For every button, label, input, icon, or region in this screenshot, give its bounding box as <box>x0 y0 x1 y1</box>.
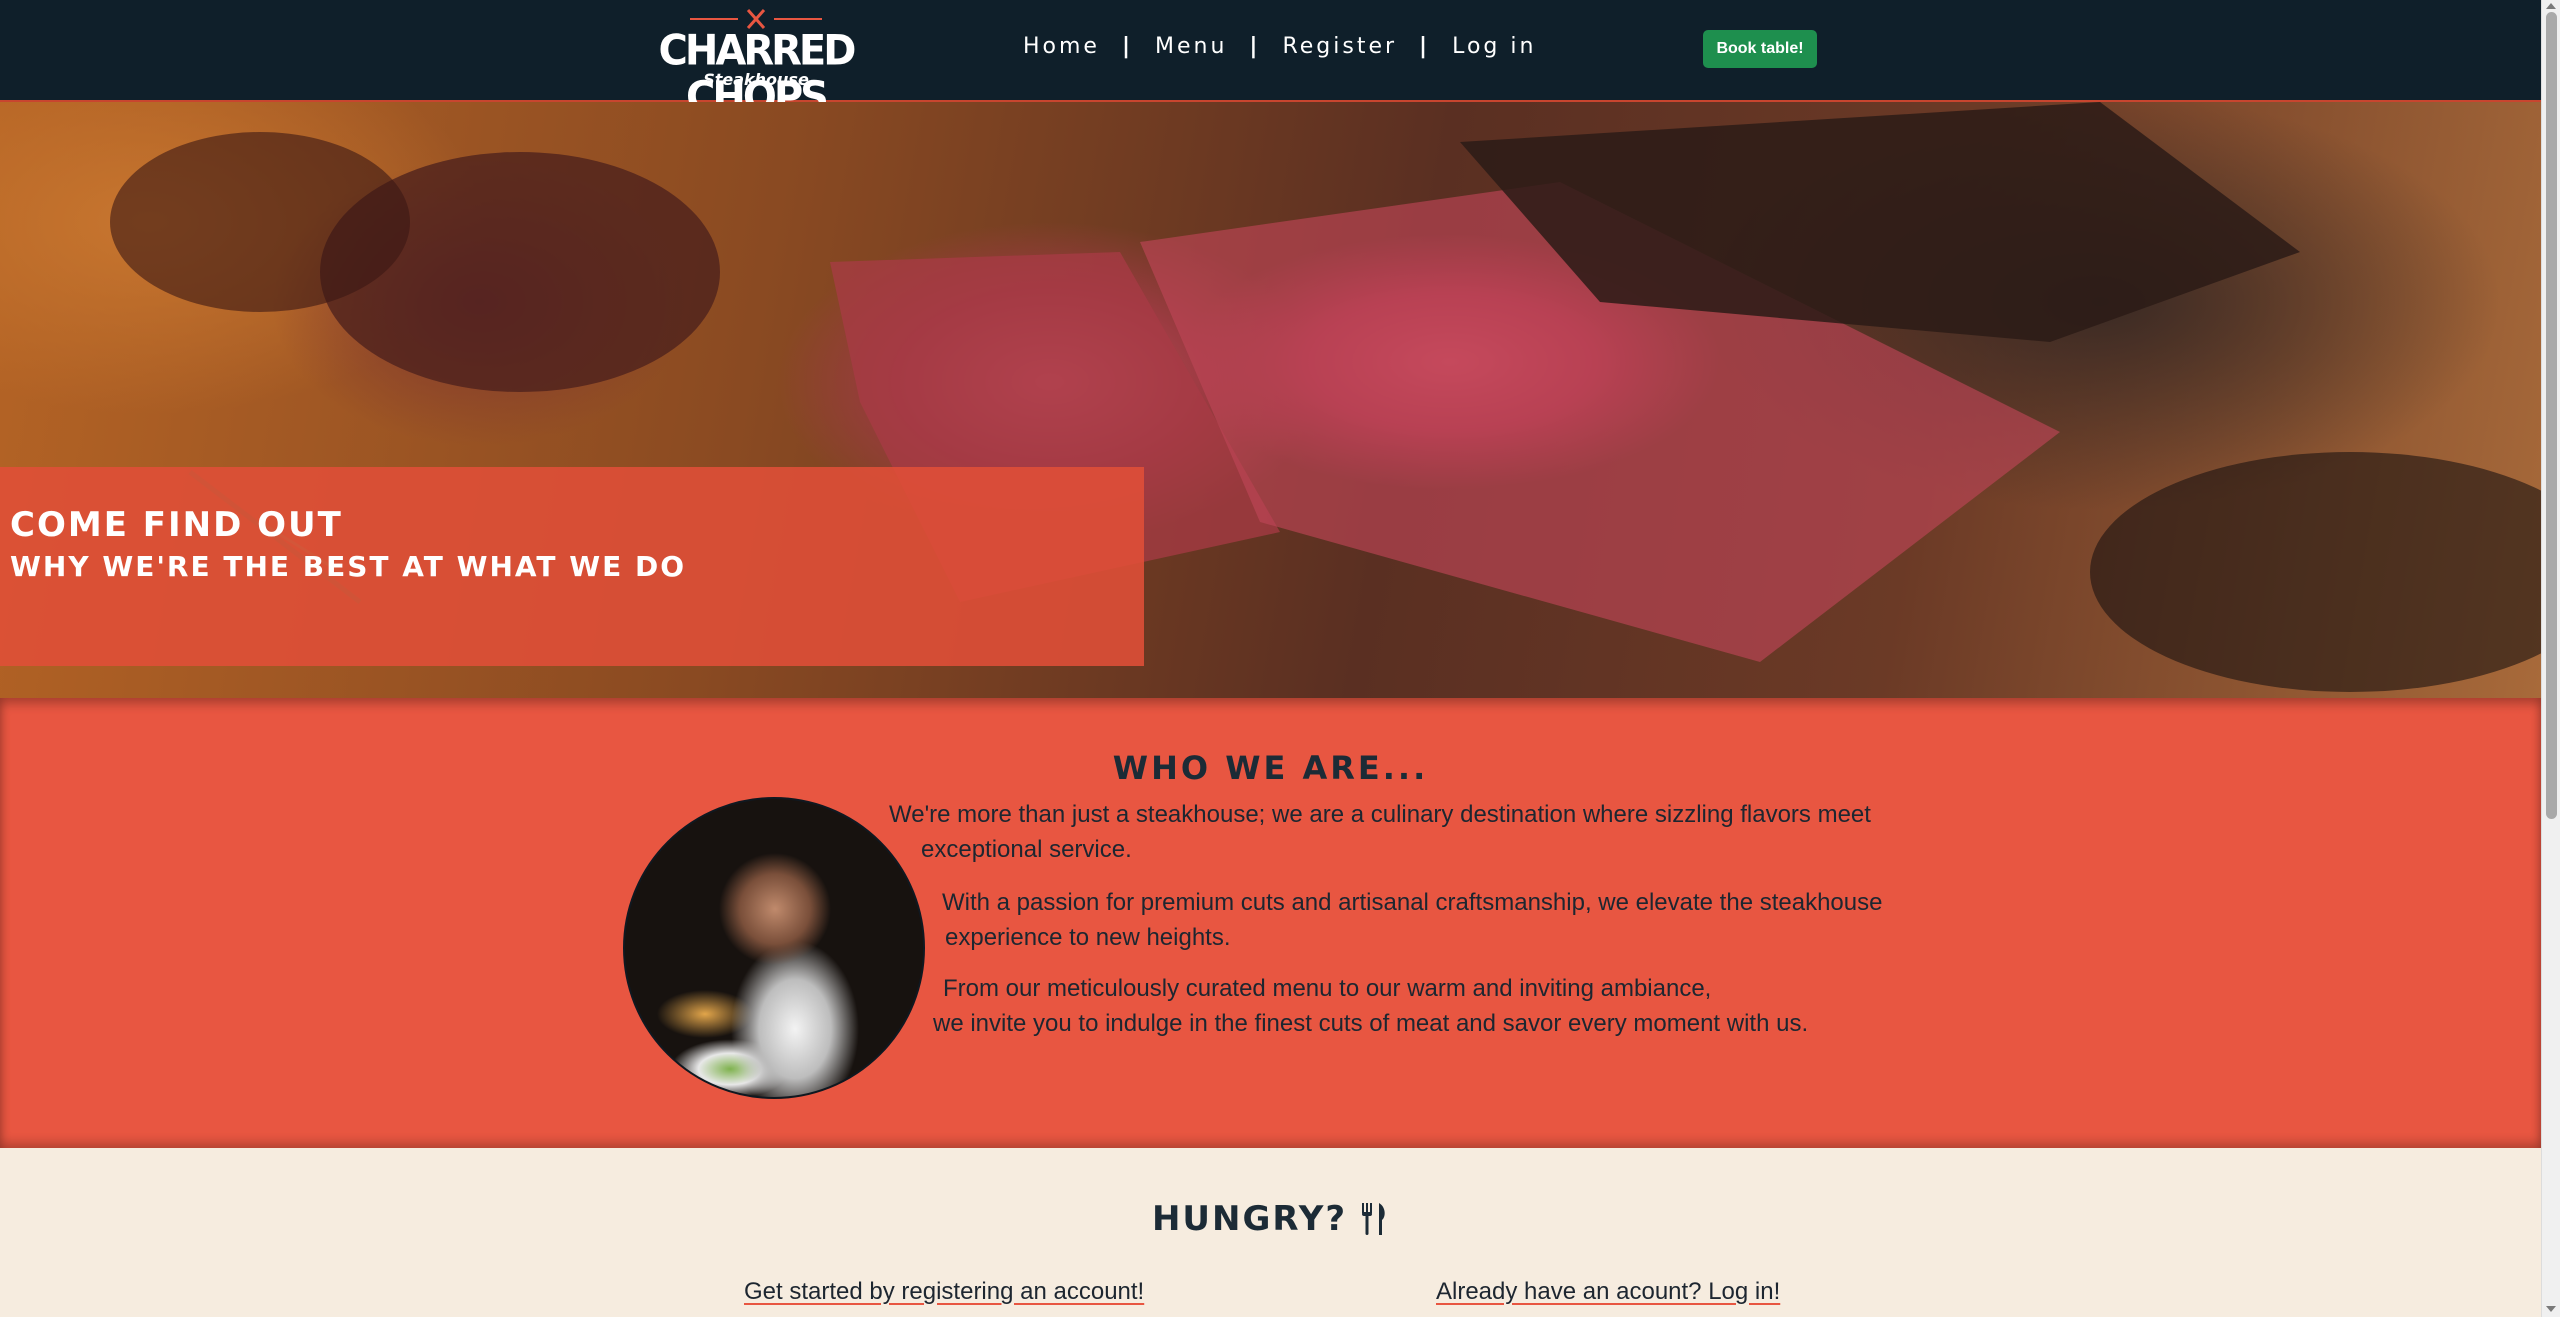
about-text-line: we invite you to indulge in the finest c… <box>933 1010 1809 1037</box>
scroll-up-arrow-icon[interactable] <box>2546 3 2556 9</box>
nav-login-link[interactable]: Log in <box>1452 34 1536 59</box>
register-cta-link[interactable]: Get started by registering an account! <box>744 1276 1144 1308</box>
about-text-line: exceptional service. <box>921 836 1132 863</box>
hero-banner <box>0 102 2541 698</box>
brand-logo[interactable]: CHARRED CHOPS Steakhouse <box>628 8 884 120</box>
login-cta-link[interactable]: Already have an acount? Log in! <box>1436 1276 1780 1308</box>
site-header: CHARRED CHOPS Steakhouse Home | Menu | R… <box>0 0 2541 120</box>
nav-home-link[interactable]: Home <box>1023 34 1100 59</box>
nav-separator: | <box>1419 33 1431 59</box>
scroll-down-arrow-icon[interactable] <box>2546 1306 2556 1312</box>
about-heading: WHO WE ARE... <box>1112 749 1429 787</box>
about-text-line: From our meticulously curated menu to ou… <box>943 975 1712 1002</box>
nav-separator: | <box>1249 33 1261 59</box>
vertical-scrollbar[interactable] <box>2541 0 2560 1317</box>
about-text-line: We're more than just a steakhouse; we ar… <box>889 801 1871 828</box>
hero-subtitle: WHY WE'RE THE BEST AT WHAT WE DO <box>10 550 687 583</box>
book-table-button[interactable]: Book table! <box>1703 30 1817 68</box>
about-text-line: experience to new heights. <box>945 924 1231 951</box>
nav-menu-link[interactable]: Menu <box>1155 34 1227 59</box>
nav-separator: | <box>1121 33 1134 59</box>
hero-title: COME FIND OUT <box>10 505 343 545</box>
brand-tagline: Steakhouse <box>703 70 809 89</box>
scrollbar-thumb[interactable] <box>2546 12 2557 819</box>
fork-knife-icon <box>1362 1203 1385 1235</box>
about-text-line: With a passion for premium cuts and arti… <box>942 889 1883 916</box>
main-nav: Home | Menu | Register | Log in <box>1023 28 1536 64</box>
hungry-heading: HUNGRY? <box>0 1197 2541 1241</box>
hungry-heading-text: HUNGRY? <box>1151 1199 1348 1239</box>
nav-register-link[interactable]: Register <box>1282 34 1397 59</box>
chef-photo <box>623 797 925 1099</box>
